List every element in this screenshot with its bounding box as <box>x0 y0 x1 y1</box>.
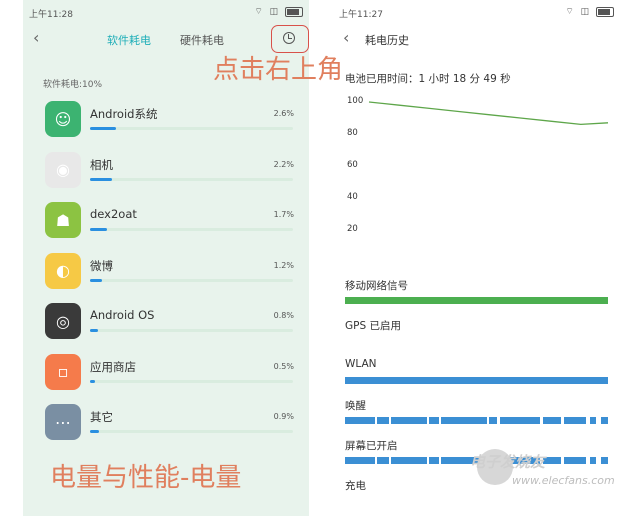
battery-line-chart <box>368 101 609 126</box>
android-robot-icon: ☺ <box>45 101 81 137</box>
battery-icon <box>285 6 303 17</box>
watermark-url: www.elecfans.com <box>512 474 615 487</box>
status-bar: 上午11:28 ⌔ ◫ <box>23 0 309 22</box>
caption-text: 电量与性能-电量 <box>50 463 242 493</box>
signal-segment <box>441 417 487 424</box>
signal-bar <box>345 377 608 384</box>
app-name: Android OS <box>90 308 155 322</box>
app-row[interactable]: ☗ dex2oat 1.7% <box>23 202 309 252</box>
back-icon[interactable]: ‹ <box>33 28 39 47</box>
tab-hardware[interactable]: 硬件耗电 <box>180 32 224 48</box>
app-percent: 0.5% <box>273 361 294 371</box>
usage-bar <box>90 329 293 332</box>
signal-label: 屏幕已开启 <box>345 440 398 452</box>
signal-bar <box>345 417 608 424</box>
usage-bar <box>90 430 293 433</box>
usage-bar <box>90 177 293 181</box>
signal-label: 移动网络信号 <box>345 280 408 292</box>
signal-label: WLAN <box>345 358 377 370</box>
signal-segment <box>429 417 439 424</box>
usage-bar <box>90 278 293 282</box>
app-row[interactable]: ▫ 应用商店 0.5% <box>23 353 309 404</box>
usage-bar <box>90 228 293 231</box>
caption-panel: 电量与性能-电量 <box>23 455 309 503</box>
tab-software[interactable]: 软件耗电 <box>107 32 151 48</box>
signal-segment <box>391 457 427 464</box>
status-time: 上午11:28 <box>29 10 73 20</box>
signal-segment <box>345 377 608 384</box>
signal-segment <box>345 297 608 304</box>
app-percent: 2.2% <box>273 159 294 169</box>
watermark-text: 电子发烧友 <box>470 453 546 471</box>
app-name: 相机 <box>90 157 113 172</box>
app-row[interactable]: ⋯ 其它 0.9% <box>23 404 309 454</box>
usage-bar-fill <box>90 379 96 383</box>
signal-segment <box>564 417 586 424</box>
software-usage-summary: 软件耗电:10% <box>43 80 103 90</box>
signal-segment <box>377 417 389 424</box>
app-percent: 1.2% <box>273 260 294 270</box>
signal-segment <box>590 417 596 424</box>
usage-bar-fill <box>90 127 117 130</box>
usage-bar-fill <box>90 228 108 231</box>
signal-segment <box>564 457 586 464</box>
signal-bar <box>345 297 608 304</box>
signal-segment <box>601 417 608 424</box>
signal-segment <box>345 457 375 464</box>
signal-segment <box>345 417 375 424</box>
app-name: dex2oat <box>90 207 137 221</box>
signal-segment <box>377 457 389 464</box>
app-name: 微博 <box>90 258 113 273</box>
app-percent: 2.6% <box>273 109 294 118</box>
app-name: 其它 <box>90 410 113 424</box>
usage-bar-fill <box>90 430 100 433</box>
usage-bar <box>90 127 293 130</box>
signal-segment <box>429 457 439 464</box>
signal-label: GPS 已启用 <box>345 320 401 332</box>
weibo-icon: ◐ <box>45 252 81 289</box>
usage-bar <box>90 379 293 383</box>
right-screenshot: 上午11:27 ⌔ ◫ ‹ 耗电历史 电池已用时间：1 小时 18 分 49 秒… <box>333 0 620 516</box>
signal-segment <box>543 417 561 424</box>
signal-segment <box>590 457 596 464</box>
app-name: 应用商店 <box>90 359 136 374</box>
app-row[interactable]: ◎ Android OS 0.8% <box>23 303 309 353</box>
signal-segment <box>543 457 561 464</box>
app-name: Android系统 <box>90 107 158 121</box>
status-icons: ⌔ ◫ <box>254 6 303 17</box>
android-os-icon: ◎ <box>45 303 81 339</box>
app-store-icon: ▫ <box>45 353 81 390</box>
signal-label: 唤醒 <box>345 400 366 412</box>
signal-segment <box>601 457 608 464</box>
annotation-text: 点击右上角 <box>213 55 344 85</box>
signal-segment <box>500 417 540 424</box>
usage-bar-fill <box>90 278 103 282</box>
usage-bar-fill <box>90 329 99 332</box>
app-percent: 1.7% <box>273 210 294 219</box>
clock-icon <box>283 32 295 44</box>
app-row[interactable]: ◐ 微博 1.2% <box>23 252 309 303</box>
signal-segment <box>391 417 427 424</box>
app-percent: 0.8% <box>273 311 294 320</box>
app-row[interactable]: ◉ 相机 2.2% <box>23 151 309 202</box>
camera-icon: ◉ <box>45 151 81 188</box>
more-icon: ⋯ <box>45 404 81 440</box>
app-percent: 0.9% <box>273 412 294 421</box>
usage-bar-fill <box>90 177 113 181</box>
battery-series-line <box>368 101 609 126</box>
signal-segment <box>489 417 497 424</box>
android-icon: ☗ <box>45 202 81 238</box>
app-row[interactable]: ☺ Android系统 2.6% <box>23 101 309 151</box>
signal-label: 充电 <box>345 480 366 492</box>
